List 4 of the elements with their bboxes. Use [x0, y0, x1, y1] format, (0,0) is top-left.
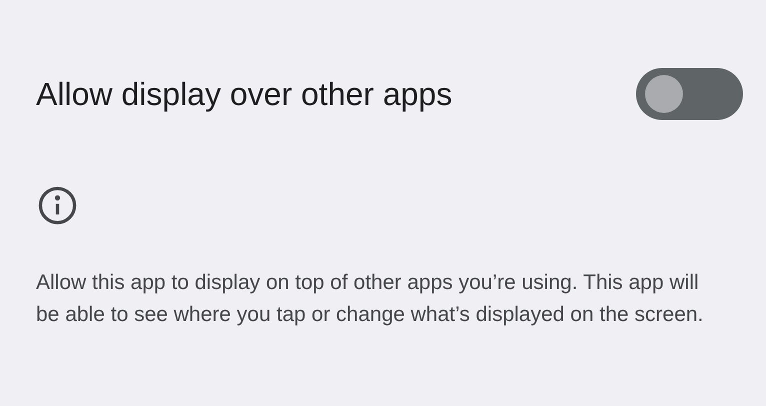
setting-title: Allow display over other apps	[36, 75, 452, 114]
description-text: Allow this app to display on top of other apps you’re using. This app will be able to see where you tap or change what’s displayed on the screen.	[35, 270, 704, 328]
toggle-switch[interactable]	[636, 68, 743, 120]
info-icon	[38, 186, 77, 225]
